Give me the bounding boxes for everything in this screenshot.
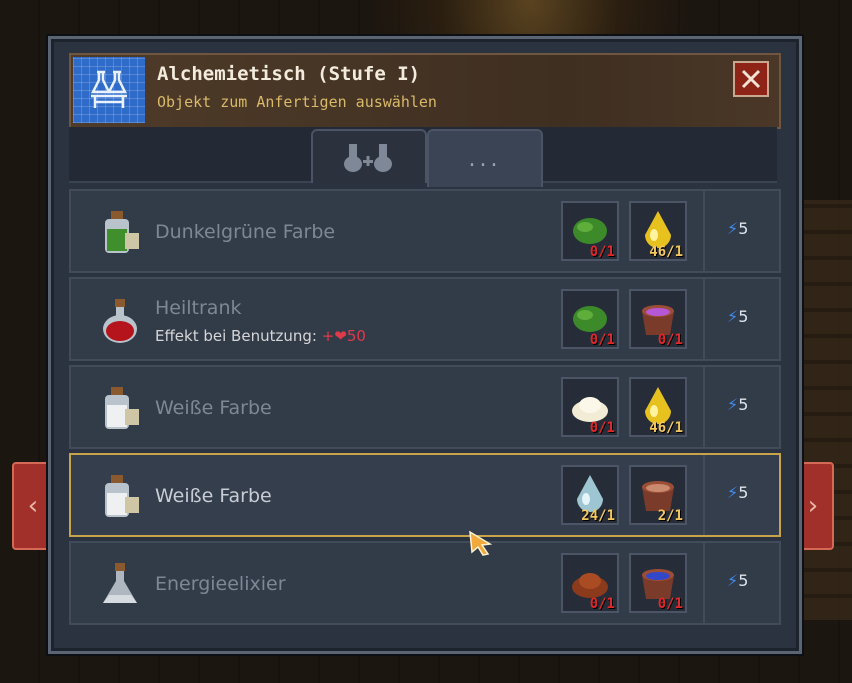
red-potion-icon [103, 299, 137, 343]
cursor-icon [469, 530, 493, 556]
ingredient-slot[interactable]: 0/1 [561, 201, 619, 261]
recipe-row-healing-potion[interactable]: Heiltrank Effekt bei Benutzung: +❤50 0/1… [69, 277, 781, 361]
ingredient-slot[interactable]: 24/1 [561, 465, 619, 525]
energy-cost: ⚡5 [727, 395, 748, 414]
ingredient-count: 0/1 [589, 244, 615, 260]
page-subtitle: Objekt zum Anfertigen auswählen [157, 93, 437, 111]
energy-value: 5 [738, 307, 749, 326]
ingredient-count: 46/1 [649, 420, 683, 436]
ingredient-count: 2/1 [657, 508, 683, 524]
recipe-name: Dunkelgrüne Farbe [155, 221, 336, 243]
energy-value: 5 [738, 395, 749, 414]
ingredient-slot[interactable]: 2/1 [629, 465, 687, 525]
recipe-name: Heiltrank [155, 297, 242, 319]
recipe-list: Dunkelgrüne Farbe 0/1 46/1 ⚡5 Heiltrank … [69, 189, 781, 629]
energy-value: 5 [738, 571, 749, 590]
row-divider [703, 367, 705, 447]
ingredient-count: 46/1 [649, 244, 683, 260]
energy-flask-icon [103, 563, 137, 603]
tab-bar: ... [69, 127, 777, 187]
ingredient-count: 24/1 [581, 508, 615, 524]
recipe-row-white-paint-selected[interactable]: Weiße Farbe 24/1 2/1 ⚡5 [69, 453, 781, 537]
energy-icon: ⚡ [727, 483, 739, 502]
energy-icon: ⚡ [727, 571, 739, 590]
ingredient-slot[interactable]: 46/1 [629, 201, 687, 261]
energy-cost: ⚡5 [727, 483, 748, 502]
crafting-panel: Alchemietisch (Stufe I) Objekt zum Anfer… [48, 36, 802, 654]
recipe-name: Weiße Farbe [155, 397, 272, 419]
energy-icon: ⚡ [727, 395, 739, 414]
tab-flasks[interactable] [311, 129, 427, 183]
ingredient-slot[interactable]: 0/1 [629, 289, 687, 349]
energy-icon: ⚡ [727, 219, 739, 238]
ingredient-slot[interactable]: 0/1 [561, 289, 619, 349]
row-divider [703, 543, 705, 623]
ingredient-slot[interactable]: 0/1 [561, 553, 619, 613]
ingredient-count: 0/1 [589, 332, 615, 348]
close-button[interactable] [733, 61, 769, 97]
panel-header: Alchemietisch (Stufe I) Objekt zum Anfer… [69, 53, 781, 129]
recipe-name: Energieelixier [155, 573, 286, 595]
row-divider [703, 279, 705, 359]
tab-other[interactable]: ... [427, 129, 543, 187]
green-paint-bottle-icon [105, 211, 139, 253]
energy-icon: ⚡ [727, 307, 739, 326]
row-divider [703, 455, 705, 535]
recipe-effect: Effekt bei Benutzung: +❤50 [155, 327, 366, 345]
page-title: Alchemietisch (Stufe I) [157, 63, 421, 85]
ingredient-count: 0/1 [657, 332, 683, 348]
recipe-row-energy-elixir[interactable]: Energieelixier 0/1 0/1 ⚡5 [69, 541, 781, 625]
energy-cost: ⚡5 [727, 571, 748, 590]
energy-cost: ⚡5 [727, 307, 748, 326]
effect-value: +❤50 [321, 327, 366, 345]
ingredient-count: 0/1 [589, 596, 615, 612]
ingredient-count: 0/1 [589, 420, 615, 436]
energy-value: 5 [738, 219, 749, 238]
effect-label: Effekt bei Benutzung: [155, 327, 317, 345]
row-divider [703, 191, 705, 271]
ingredient-count: 0/1 [657, 596, 683, 612]
energy-cost: ⚡5 [727, 219, 748, 238]
blueprint-flasks-icon [73, 57, 145, 123]
recipe-name: Weiße Farbe [155, 485, 272, 507]
white-paint-bottle-icon [105, 475, 139, 517]
ingredient-slot[interactable]: 0/1 [561, 377, 619, 437]
ingredient-slot[interactable]: 0/1 [629, 553, 687, 613]
ingredient-slot[interactable]: 46/1 [629, 377, 687, 437]
recipe-row-dark-green-paint[interactable]: Dunkelgrüne Farbe 0/1 46/1 ⚡5 [69, 189, 781, 273]
tab-other-label: ... [468, 146, 502, 172]
white-paint-bottle-icon [105, 387, 139, 429]
energy-value: 5 [738, 483, 749, 502]
close-icon [741, 69, 761, 89]
flasks-icon [344, 144, 392, 172]
recipe-row-white-paint[interactable]: Weiße Farbe 0/1 46/1 ⚡5 [69, 365, 781, 449]
